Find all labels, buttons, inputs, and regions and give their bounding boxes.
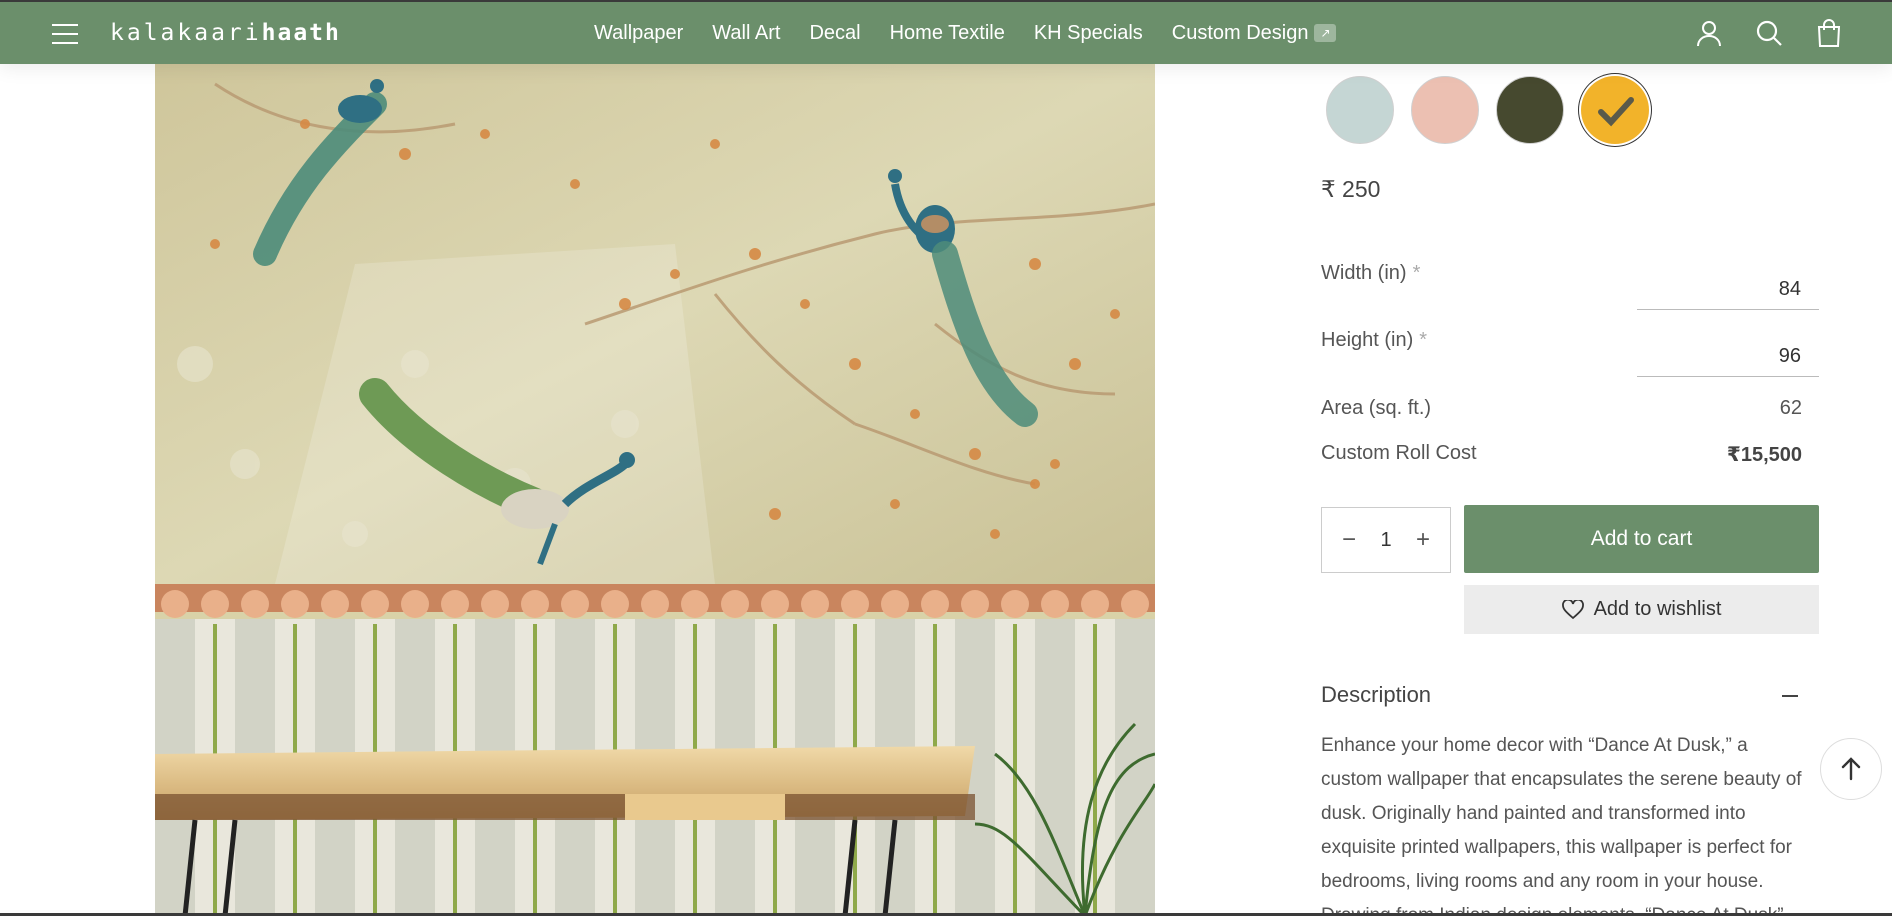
height-label: Height (in) *: [1321, 329, 1427, 352]
nav-custom-design-label: Custom Design: [1171, 21, 1309, 44]
swatch-yellow[interactable]: [1581, 76, 1649, 144]
color-swatches: [1326, 76, 1649, 144]
qty-value[interactable]: 1: [1380, 529, 1391, 552]
wallpaper-illustration: [155, 64, 1155, 916]
width-label: Width (in) *: [1321, 262, 1420, 285]
add-to-wishlist-button[interactable]: Add to wishlist: [1464, 585, 1819, 634]
height-label-text: Height (in): [1321, 329, 1414, 351]
logo-text-light: kalakaari: [110, 20, 262, 46]
description-text: Enhance your home decor with “Dance At D…: [1321, 735, 1802, 916]
qty-decrease-button[interactable]: −: [1338, 526, 1360, 554]
nav-home-textile[interactable]: Home Textile: [890, 22, 1005, 45]
cost-label: Custom Roll Cost: [1321, 442, 1477, 464]
width-label-text: Width (in): [1321, 262, 1407, 284]
height-input[interactable]: [1637, 337, 1819, 377]
site-header: kalakaarihaath Wallpaper Wall Art Decal …: [0, 0, 1892, 64]
cost-value: ₹15,500: [1726, 444, 1802, 466]
check-icon: [1598, 97, 1634, 127]
product-image[interactable]: [155, 64, 1155, 916]
cart-icon[interactable]: [1814, 18, 1844, 48]
header-icons: [1694, 18, 1844, 48]
swatch-pink[interactable]: [1411, 76, 1479, 144]
swatch-olive-dark[interactable]: [1496, 76, 1564, 144]
heart-icon: [1561, 599, 1584, 619]
qty-increase-button[interactable]: +: [1412, 526, 1434, 554]
quantity-stepper: − 1 +: [1321, 507, 1451, 573]
account-icon[interactable]: [1694, 18, 1724, 48]
required-mark: *: [1412, 262, 1421, 284]
area-label: Area (sq. ft.): [1321, 397, 1432, 419]
wishlist-label: Add to wishlist: [1593, 598, 1722, 620]
scroll-to-top-button[interactable]: [1820, 738, 1882, 800]
width-input[interactable]: [1637, 270, 1819, 310]
logo-text-bold: haath: [261, 20, 341, 46]
required-mark: *: [1419, 329, 1428, 351]
nav-wall-art[interactable]: Wall Art: [712, 22, 780, 45]
collapse-icon[interactable]: [1782, 695, 1798, 697]
description-heading[interactable]: Description: [1321, 682, 1431, 708]
nav-kh-specials[interactable]: KH Specials: [1034, 22, 1143, 45]
area-value: 62: [1779, 397, 1802, 419]
add-to-cart-button[interactable]: Add to cart: [1464, 505, 1819, 573]
product-price: ₹ 250: [1321, 176, 1381, 202]
menu-icon[interactable]: [52, 24, 78, 44]
external-link-icon: ↗: [1314, 24, 1337, 42]
nav-decal[interactable]: Decal: [809, 22, 860, 45]
logo[interactable]: kalakaarihaath: [110, 20, 341, 46]
main-nav: Wallpaper Wall Art Decal Home Textile KH…: [594, 2, 1337, 64]
search-icon[interactable]: [1754, 18, 1784, 48]
arrow-up-icon: [1841, 757, 1861, 781]
nav-custom-design[interactable]: Custom Design ↗: [1172, 22, 1337, 45]
swatch-sky-blue[interactable]: [1326, 76, 1394, 144]
nav-wallpaper[interactable]: Wallpaper: [594, 22, 683, 45]
